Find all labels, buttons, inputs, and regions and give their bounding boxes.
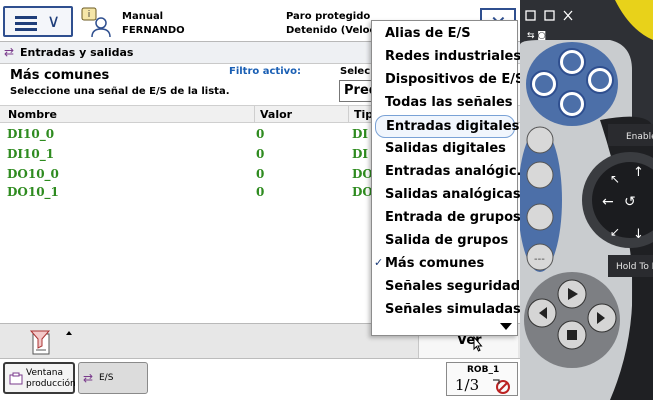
signal-name: DI10_1	[7, 147, 55, 161]
task-window-line1: Ventana	[26, 368, 63, 378]
stopped-robot-icon	[493, 379, 510, 394]
task-io-label: E/S	[99, 373, 114, 383]
menu-item-simulated-signals[interactable]: Señales simuladas	[372, 299, 521, 322]
enable-label: Enable	[626, 132, 653, 142]
io-icon: ⇄	[4, 45, 15, 59]
io-icon: ⇄	[83, 371, 94, 385]
run-control-keys	[524, 272, 620, 368]
view-hint: Seleccione una señal de E/S de la lista.	[10, 86, 230, 97]
operating-mode: Manual	[122, 11, 164, 22]
svg-text:↓: ↓	[633, 227, 644, 242]
signal-type: DI	[352, 147, 369, 161]
task-window-label: Ventana producción	[26, 368, 76, 390]
task-io[interactable]: ⇄ E/S	[78, 362, 148, 394]
menu-item-all-signals[interactable]: Todas las señales	[372, 92, 518, 115]
menu-item-digital-outputs[interactable]: Salidas digitales	[372, 138, 518, 161]
svg-text:↑: ↑	[633, 165, 644, 180]
signal-value: 0	[256, 147, 265, 161]
signal-type: DO	[352, 185, 373, 199]
menu-item-safety-signals[interactable]: Señales seguridad	[372, 276, 521, 299]
speed-fraction: 1/3	[455, 376, 480, 394]
taskbar: Ventana producción ⇄ E/S ROB_1 1/3	[0, 358, 520, 400]
checkmark-icon: ✓	[374, 256, 384, 269]
select-label: Selec	[340, 66, 371, 77]
menu-item-label: Entradas analógic.	[385, 164, 522, 179]
svg-text:↖: ↖	[610, 172, 620, 186]
menu-item-label: Dispositivos de E/S	[385, 72, 525, 87]
menu-item-label: Salidas analógicas	[385, 187, 521, 202]
menu-item-label: Señales simuladas	[385, 302, 521, 317]
hamburger-icon	[15, 16, 37, 34]
column-value[interactable]: Valor	[260, 108, 292, 121]
signal-name: DO10_1	[7, 185, 59, 199]
mouse-cursor-icon	[473, 336, 483, 352]
menu-item-group-outputs[interactable]: Salida de grupos	[372, 230, 518, 253]
svg-text:⇆ ◙: ⇆ ◙	[527, 31, 546, 41]
menu-item-label: Entrada de grupos	[385, 210, 521, 225]
menu-item-label: Alias de E/S	[385, 26, 471, 41]
menu-item-io-devices[interactable]: Dispositivos de E/S	[372, 69, 524, 92]
abb-menu-button[interactable]: ∨	[3, 6, 73, 37]
task-window-line2: producción	[26, 379, 76, 389]
menu-item-analog-inputs[interactable]: Entradas analógic.	[372, 161, 522, 184]
view-title: Más comunes	[10, 68, 110, 83]
signal-name: DO10_0	[7, 167, 59, 181]
column-divider	[348, 106, 349, 123]
filter-toggle-button[interactable]	[3, 326, 83, 358]
menu-item-io-alias[interactable]: Alias de E/S	[372, 23, 518, 46]
svg-text:↺: ↺	[624, 194, 636, 210]
menu-item-label: Todas las señales	[385, 95, 513, 110]
column-name[interactable]: Nombre	[8, 108, 57, 121]
expand-up-icon	[66, 331, 72, 335]
signal-value: 0	[256, 185, 265, 199]
flexpendant-illustration: ⇆ ◙ --- ← ↺ ↑ ↓ ↖ ↙ Enabl Hold To	[520, 0, 653, 400]
menu-item-group-inputs[interactable]: Entrada de grupos	[372, 207, 521, 230]
chevron-down-icon: ∨	[47, 11, 61, 32]
signal-value: 0	[256, 127, 265, 141]
svg-text:←: ←	[602, 194, 614, 210]
svg-text:↙: ↙	[610, 225, 620, 239]
active-filter-label: Filtro activo:	[229, 66, 302, 77]
filter-icon	[29, 330, 51, 355]
flexpendant-panel: ⇆ ◙ --- ← ↺ ↑ ↓ ↖ ↙ Enabl Hold To	[520, 0, 653, 400]
view-dropdown-menu: Alias de E/S Redes industriales Disposit…	[371, 20, 524, 336]
app-title: Entradas y salidas	[20, 46, 134, 59]
menu-item-label: Señales seguridad	[385, 279, 521, 294]
robot-name: ROB_1	[467, 365, 500, 375]
scroll-down-icon[interactable]	[500, 323, 512, 330]
hard-key-group-upper	[526, 42, 618, 126]
svg-text:---: ---	[534, 254, 545, 265]
production-window-icon	[9, 372, 23, 385]
menu-item-label: Entradas digitales	[386, 119, 520, 134]
signal-name: DI10_0	[7, 127, 55, 141]
task-production-window[interactable]: Ventana producción	[3, 362, 76, 394]
signal-value: 0	[256, 167, 265, 181]
menu-item-label: Salida de grupos	[385, 233, 509, 248]
column-divider	[254, 106, 255, 123]
quickset-robot-button[interactable]: ROB_1 1/3	[446, 362, 518, 396]
menu-item-label: Redes industriales	[385, 49, 522, 64]
menu-item-label: Salidas digitales	[385, 141, 506, 156]
menu-item-most-common[interactable]: ✓ Más comunes	[372, 253, 518, 276]
menu-item-industrial-networks[interactable]: Redes industriales	[372, 46, 522, 69]
menu-item-label: Más comunes	[385, 256, 485, 271]
current-user: FERNANDO	[122, 25, 185, 36]
menu-item-analog-outputs[interactable]: Salidas analógicas	[372, 184, 521, 207]
signal-type: DI	[352, 127, 369, 141]
user-login-icon[interactable]: i	[80, 6, 112, 38]
status-mode-block: Manual FERNANDO	[122, 10, 185, 38]
signal-type: DO	[352, 167, 373, 181]
menu-item-digital-inputs[interactable]: Entradas digitales	[375, 115, 519, 138]
hold-to-run-label: Hold To R	[616, 262, 653, 272]
svg-text:i: i	[88, 10, 91, 20]
